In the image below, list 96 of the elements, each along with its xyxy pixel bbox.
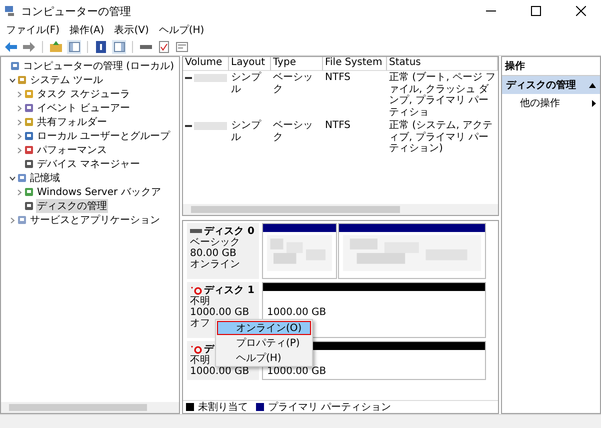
column-header[interactable]: Status bbox=[387, 57, 498, 71]
table-cell-text: シンプル bbox=[230, 119, 262, 144]
chevron-right-icon[interactable] bbox=[16, 104, 23, 112]
tree-item[interactable]: デバイス マネージャー bbox=[36, 157, 142, 171]
tree-node-icon bbox=[24, 131, 34, 141]
table-cell-text: 正常 (システム, アクティブ, プライマリ パーティション) bbox=[388, 119, 494, 156]
left-pane-icon bbox=[68, 42, 80, 52]
forward-button[interactable] bbox=[22, 40, 36, 54]
blurred-partition-drawing bbox=[267, 235, 332, 271]
context-menu-item[interactable]: プロパティ(P) bbox=[217, 336, 311, 350]
help-button[interactable] bbox=[94, 40, 108, 54]
disk-name: デ bbox=[204, 343, 214, 355]
blurred-volume-drawing bbox=[185, 122, 227, 130]
tree-node-icon bbox=[10, 61, 20, 71]
back-button[interactable] bbox=[4, 40, 18, 54]
table-cell-text: NTFS bbox=[324, 119, 352, 133]
disk-info-text: オンライン bbox=[190, 259, 240, 270]
disk-info-text: 不明 bbox=[190, 296, 210, 307]
horizontal-scrollbar[interactable] bbox=[183, 204, 498, 215]
chevron-down-icon[interactable] bbox=[9, 76, 16, 84]
column-header[interactable]: File System bbox=[323, 57, 387, 71]
tree-node-icon bbox=[17, 173, 27, 183]
partition-size: 1000.00 GB bbox=[267, 366, 326, 377]
table-cell-text: ベーシック bbox=[272, 119, 314, 144]
back-arrow-icon bbox=[5, 42, 17, 52]
chevron-right-icon[interactable] bbox=[16, 118, 23, 126]
disk-name: ディスク 0 bbox=[204, 225, 254, 238]
close-icon bbox=[576, 6, 586, 16]
column-header[interactable]: Volume bbox=[183, 57, 229, 71]
partition-size: 1000.00 GB bbox=[267, 307, 326, 318]
properties-icon bbox=[176, 42, 188, 52]
table-cell-text: NTFS bbox=[324, 71, 352, 85]
chevron-right-icon[interactable] bbox=[9, 216, 16, 224]
chevron-right-icon[interactable] bbox=[16, 188, 23, 196]
disk-info-text: 80.00 GB bbox=[190, 248, 236, 259]
disk-info-text: 1000.00 GB bbox=[190, 307, 250, 318]
tree-node-icon bbox=[24, 187, 34, 197]
tree-item[interactable]: サービスとアプリケーション bbox=[29, 213, 161, 227]
tree-node-icon bbox=[24, 145, 34, 155]
tree-item[interactable]: イベント ビューアー bbox=[36, 101, 132, 115]
tree-item[interactable]: システム ツール bbox=[29, 73, 104, 87]
tree-item[interactable]: ローカル ユーザーとグループ bbox=[36, 129, 172, 143]
chevron-right-icon[interactable] bbox=[16, 146, 23, 154]
forward-arrow-icon bbox=[23, 42, 35, 52]
maximize-icon bbox=[531, 6, 541, 16]
actions-section[interactable]: ディスクの管理 bbox=[502, 76, 600, 94]
tree-node-icon bbox=[24, 89, 34, 99]
window-title: コンピューターの管理 bbox=[21, 4, 132, 18]
collapse-arrow-icon bbox=[589, 82, 596, 88]
pane-toggle-button[interactable] bbox=[112, 40, 126, 54]
context-menu-item[interactable]: オンライン(O) bbox=[217, 321, 311, 335]
legend-label: 未割り当て bbox=[198, 400, 248, 414]
chevron-right-icon[interactable] bbox=[16, 90, 23, 98]
horizontal-scrollbar[interactable] bbox=[1, 402, 179, 413]
tree-node-icon bbox=[24, 201, 34, 211]
chevron-right-icon[interactable] bbox=[16, 132, 23, 140]
menu-item[interactable]: ヘルプ(H) bbox=[158, 23, 204, 37]
table-cell-text: ベーシック bbox=[272, 71, 314, 96]
action-item[interactable]: 他の操作 bbox=[502, 94, 600, 112]
tree-node-icon bbox=[24, 103, 34, 113]
checklist-button[interactable] bbox=[157, 40, 171, 54]
table-cell-text: シンプル bbox=[230, 71, 262, 96]
chevron-down-icon[interactable] bbox=[9, 174, 16, 182]
tree-item[interactable]: 記憶域 bbox=[29, 171, 61, 185]
context-menu-item[interactable]: ヘルプ(H) bbox=[217, 351, 311, 365]
disk-name: ディスク 1 bbox=[204, 284, 254, 296]
table-cell-text: 正常 (ブート, ページ ファイル, クラッシュ ダンプ, プライマリ パーティショ bbox=[388, 71, 497, 119]
tree-node-icon bbox=[17, 75, 27, 85]
tree-node-icon bbox=[24, 159, 34, 169]
menu-item[interactable]: 表示(V) bbox=[114, 23, 149, 37]
up-folder-button[interactable] bbox=[49, 40, 63, 54]
tree-node-icon bbox=[24, 117, 34, 127]
right-pane-icon bbox=[114, 42, 124, 52]
tree-item[interactable]: パフォーマンス bbox=[36, 143, 108, 157]
disk-info-text: 不明 bbox=[190, 355, 210, 366]
tree-item[interactable]: コンピューターの管理 (ローカル) bbox=[22, 59, 175, 73]
tree-item[interactable]: ディスクの管理 bbox=[36, 199, 108, 213]
disk-info-text: 1000.00 GB bbox=[190, 366, 250, 377]
checklist-icon bbox=[159, 40, 169, 52]
disk-info-text: オフ bbox=[190, 318, 210, 329]
column-header[interactable]: Layout bbox=[229, 57, 271, 71]
disk-info-text: ベーシック bbox=[190, 237, 240, 248]
submenu-arrow-icon bbox=[592, 100, 596, 106]
legend-label: プライマリ パーティション bbox=[268, 400, 392, 414]
tree-item[interactable]: タスク スケジューラ bbox=[36, 87, 132, 101]
tree-item[interactable]: Windows Server バックア bbox=[36, 185, 162, 199]
tree-item[interactable]: 共有フォルダー bbox=[36, 115, 108, 129]
properties-button[interactable] bbox=[175, 40, 189, 54]
tree-toggle-button[interactable] bbox=[67, 40, 81, 54]
menu-item[interactable]: ファイル(F) bbox=[6, 23, 60, 37]
column-header[interactable]: Type bbox=[271, 57, 323, 71]
folder-icon bbox=[50, 41, 62, 52]
blurred-volume-drawing bbox=[185, 74, 227, 82]
menu-item[interactable]: 操作(A) bbox=[70, 23, 104, 37]
tree-node-icon bbox=[17, 215, 27, 225]
computer-management-icon bbox=[4, 5, 16, 17]
